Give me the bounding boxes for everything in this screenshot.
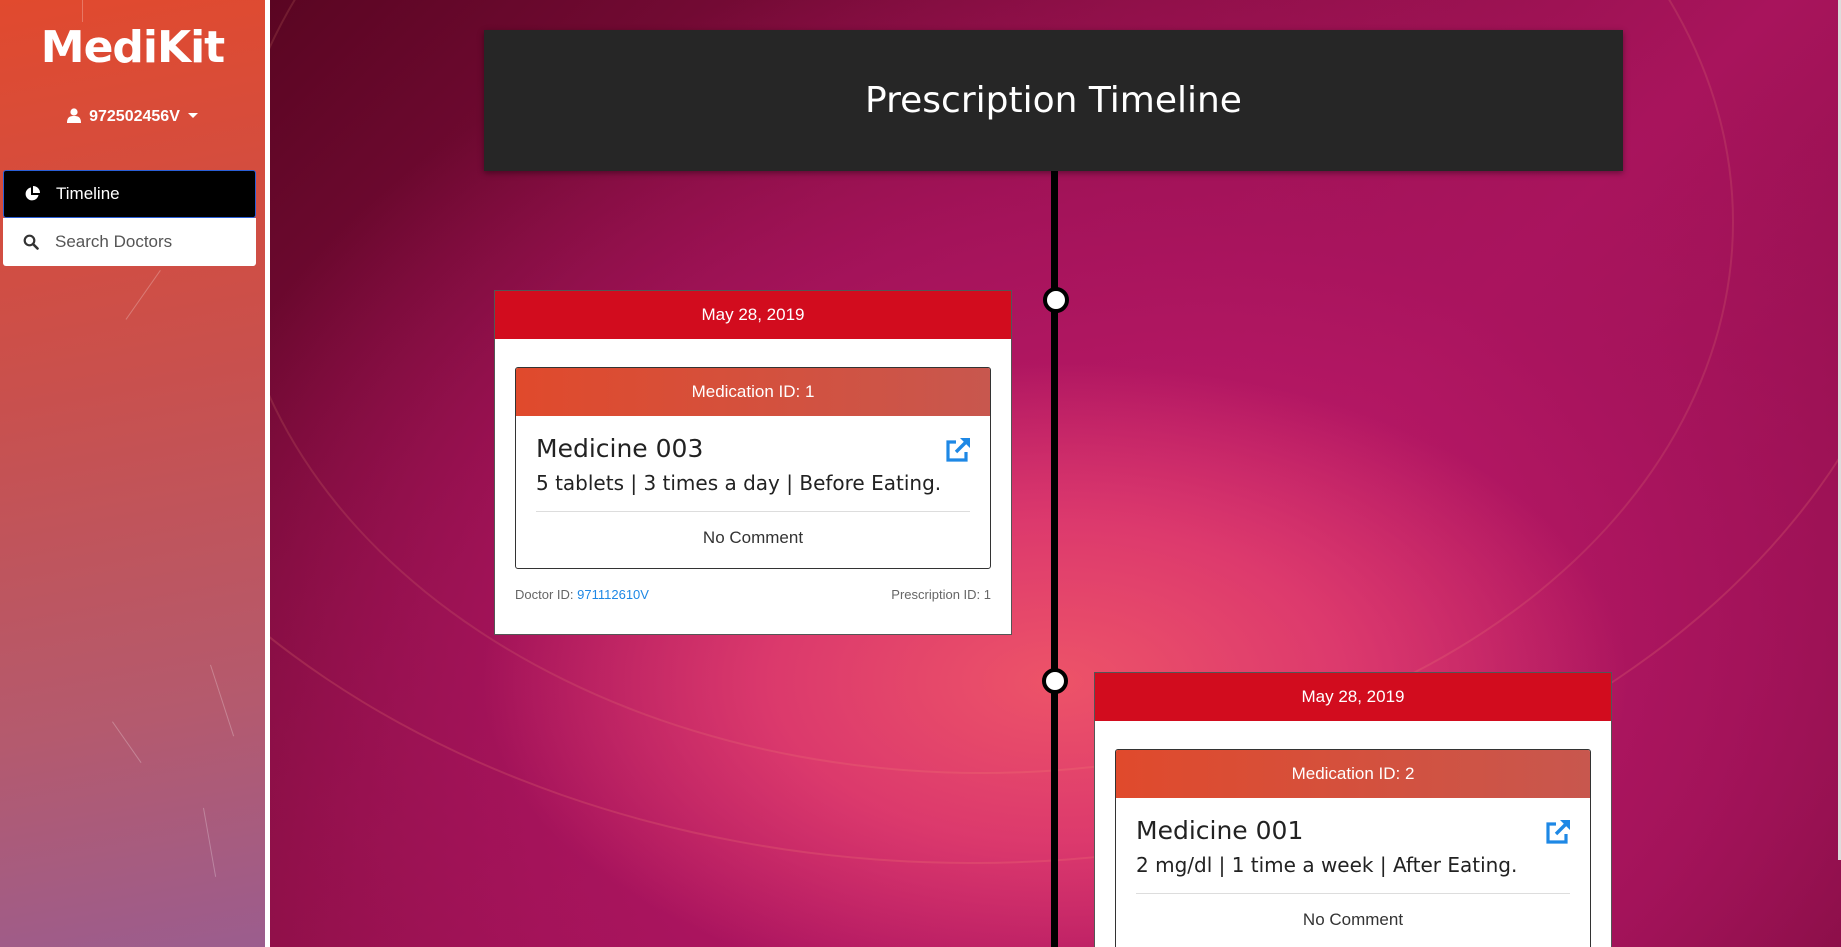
pie-chart-icon: [25, 186, 40, 201]
prescription-date: May 28, 2019: [1095, 673, 1611, 721]
medicine-name: Medicine 001: [1136, 816, 1304, 845]
search-icon: [23, 234, 39, 250]
background-streak: [112, 721, 142, 763]
background-streak: [210, 664, 235, 737]
external-link-icon[interactable]: [1544, 818, 1572, 846]
brand-logo: MediKit: [40, 22, 225, 73]
sidebar-item-label: Timeline: [56, 184, 120, 203]
external-link-icon[interactable]: [944, 436, 972, 464]
sidebar-item-search-doctors[interactable]: Search Doctors: [3, 218, 256, 266]
sidebar: MediKit 972502456V Timeline Search Docto…: [0, 0, 265, 947]
doctor-id-link[interactable]: 971112610V: [577, 587, 649, 602]
medication-comment: No Comment: [536, 511, 970, 568]
user-id: 972502456V: [89, 108, 180, 125]
doctor-id-field: Doctor ID: 971112610V: [515, 587, 649, 602]
medicine-name: Medicine 003: [536, 434, 704, 463]
sidebar-nav: Timeline Search Doctors: [3, 170, 256, 266]
medication-comment: No Comment: [1136, 893, 1570, 947]
page-title: Prescription Timeline: [865, 80, 1242, 121]
medication-panel: Medication ID: 2 Medicine 001 2 mg/dl | …: [1115, 749, 1591, 947]
doctor-id-label: Doctor ID:: [515, 587, 574, 602]
user-dropdown[interactable]: 972502456V: [0, 108, 265, 126]
timeline-marker: [1043, 287, 1069, 313]
medication-id: Medication ID: 1: [516, 368, 990, 416]
timeline-marker: [1042, 668, 1068, 694]
prescription-card: May 28, 2019 Medication ID: 1 Medicine 0…: [494, 290, 1012, 635]
sidebar-item-timeline[interactable]: Timeline: [3, 170, 256, 218]
main-content[interactable]: Prescription Timeline May 28, 2019 Medic…: [270, 0, 1841, 947]
prescription-card: May 28, 2019 Medication ID: 2 Medicine 0…: [1094, 672, 1612, 947]
prescription-footer: Doctor ID: 971112610V Prescription ID: 1: [495, 569, 1011, 622]
prescription-id: Prescription ID: 1: [891, 587, 991, 602]
prescription-date: May 28, 2019: [495, 291, 1011, 339]
medication-panel: Medication ID: 1 Medicine 003 5 tablets …: [515, 367, 991, 569]
medicine-dosage: 2 mg/dl | 1 time a week | After Eating.: [1136, 853, 1518, 877]
page-header: Prescription Timeline: [484, 30, 1623, 171]
background-streak: [125, 270, 161, 320]
background-streak: [82, 0, 83, 22]
user-icon: [67, 108, 82, 123]
chevron-down-icon: [187, 113, 198, 118]
sidebar-item-label: Search Doctors: [55, 232, 173, 251]
background-streak: [203, 807, 217, 877]
medicine-dosage: 5 tablets | 3 times a day | Before Eatin…: [536, 471, 942, 495]
medication-id: Medication ID: 2: [1116, 750, 1590, 798]
